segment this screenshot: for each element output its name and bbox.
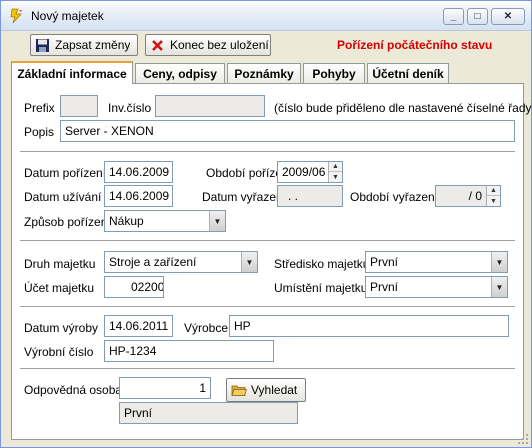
cost-center-select[interactable]: První ▼ bbox=[365, 251, 508, 273]
disposal-period-spinner[interactable]: ▲ ▼ bbox=[486, 186, 500, 206]
manufacturer-field[interactable]: HP bbox=[229, 315, 509, 337]
asset-location-label: Umístění majetku bbox=[274, 281, 368, 295]
section-divider bbox=[20, 240, 515, 241]
resize-grip-icon[interactable] bbox=[517, 433, 529, 445]
tab-prices-depreciation[interactable]: Ceny, odpisy bbox=[135, 63, 225, 83]
responsible-person-name-field: První bbox=[119, 402, 298, 424]
serial-number-label: Výrobní číslo bbox=[24, 345, 94, 359]
section-divider bbox=[20, 368, 515, 369]
manufacture-date-field[interactable]: 14.06.2011 bbox=[104, 315, 173, 337]
tab-label: Ceny, odpisy bbox=[143, 66, 217, 81]
acquisition-method-label: Způsob pořízení bbox=[24, 215, 111, 229]
cost-center-label: Středisko majetku bbox=[274, 257, 370, 271]
section-divider bbox=[20, 306, 515, 307]
minimize-icon: _ bbox=[450, 11, 457, 22]
description-label: Popis bbox=[24, 125, 55, 139]
acquisition-period-field[interactable]: 2009/06 ▲ ▼ bbox=[277, 161, 343, 183]
window-title: Nový majetek bbox=[31, 9, 104, 23]
disposal-period-field[interactable]: / 0 ▲ ▼ bbox=[435, 185, 501, 207]
serial-number-field[interactable]: HP-1234 bbox=[104, 340, 274, 362]
asset-account-field[interactable]: 02200 bbox=[104, 276, 164, 298]
inv-number-field[interactable] bbox=[155, 95, 265, 117]
tab-basic-info[interactable]: Základní informace bbox=[11, 61, 133, 84]
asset-type-value: Stroje a zařízení bbox=[109, 255, 197, 269]
mode-status-text: Pořízení počátečního stavu bbox=[337, 38, 493, 52]
title-bar: Nový majetek _ □ ✕ bbox=[1, 1, 531, 31]
inv-number-label: Inv.číslo bbox=[108, 101, 152, 115]
acquisition-period-value: 2009/06 bbox=[282, 165, 326, 179]
close-button[interactable]: ✕ bbox=[491, 8, 525, 25]
open-folder-icon bbox=[231, 385, 247, 396]
disposal-period-label: Období vyřazení bbox=[350, 190, 439, 204]
usage-date-label: Datum užívání bbox=[24, 190, 102, 204]
usage-date-field[interactable]: 14.06.2009 bbox=[104, 185, 173, 207]
tab-movements[interactable]: Pohyby bbox=[303, 63, 365, 83]
asset-type-select[interactable]: Stroje a zařízení ▼ bbox=[104, 251, 258, 273]
lightning-icon bbox=[10, 8, 22, 24]
description-field[interactable]: Server - XENON bbox=[60, 120, 515, 142]
disposal-date-field[interactable]: . . bbox=[277, 185, 343, 207]
prefix-field[interactable] bbox=[60, 95, 98, 117]
tab-notes[interactable]: Poznámky bbox=[227, 63, 301, 83]
floppy-disk-icon bbox=[36, 38, 49, 52]
save-button-label: Zapsat změny bbox=[55, 38, 131, 52]
quit-without-saving-button[interactable]: Konec bez uložení bbox=[145, 34, 271, 56]
asset-location-value: První bbox=[370, 280, 399, 294]
inv-number-note: (číslo bude přiděleno dle nastavené číse… bbox=[274, 101, 532, 115]
acquisition-period-spinner[interactable]: ▲ ▼ bbox=[328, 162, 342, 182]
basic-info-panel: Prefix Inv.číslo (číslo bude přiděleno d… bbox=[11, 83, 532, 440]
chevron-down-icon[interactable]: ▼ bbox=[241, 252, 257, 272]
asset-location-select[interactable]: První ▼ bbox=[365, 276, 508, 298]
disposal-date-label: Datum vyřazení bbox=[202, 190, 287, 204]
tab-accounting-journal[interactable]: Účetní deník bbox=[367, 63, 449, 83]
acquisition-method-select[interactable]: Nákup ▼ bbox=[104, 210, 226, 232]
maximize-button[interactable]: □ bbox=[467, 8, 488, 25]
red-x-icon bbox=[152, 39, 163, 51]
asset-type-label: Druh majetku bbox=[24, 257, 96, 271]
chevron-down-icon[interactable]: ▼ bbox=[491, 252, 507, 272]
chevron-down-icon[interactable]: ▼ bbox=[209, 211, 225, 231]
save-button[interactable]: Zapsat změny bbox=[30, 34, 138, 56]
acquisition-date-label: Datum pořízení bbox=[24, 166, 107, 180]
prefix-label: Prefix bbox=[24, 101, 55, 115]
cost-center-value: První bbox=[370, 255, 399, 269]
chevron-down-icon[interactable]: ▼ bbox=[491, 277, 507, 297]
tab-label: Základní informace bbox=[17, 66, 127, 81]
asset-account-label: Účet majetku bbox=[24, 281, 95, 295]
disposal-period-value: / 0 bbox=[468, 189, 482, 203]
manufacture-date-label: Datum výroby bbox=[24, 321, 99, 335]
close-icon: ✕ bbox=[503, 11, 513, 22]
tab-label: Poznámky bbox=[234, 66, 294, 81]
search-button-label: Vyhledat bbox=[251, 383, 298, 397]
section-divider bbox=[20, 151, 515, 152]
manufacturer-label: Výrobce bbox=[184, 321, 229, 335]
responsible-person-field[interactable]: 1 bbox=[119, 377, 211, 399]
tab-label: Účetní deník bbox=[372, 66, 444, 81]
acquisition-date-field[interactable]: 14.06.2009 bbox=[104, 161, 173, 183]
maximize-icon: □ bbox=[474, 11, 481, 22]
tab-label: Pohyby bbox=[312, 66, 356, 81]
acquisition-method-value: Nákup bbox=[109, 214, 144, 228]
search-button[interactable]: Vyhledat bbox=[226, 378, 306, 402]
new-asset-window: Nový majetek _ □ ✕ Zapsat změny Konec be… bbox=[0, 0, 532, 448]
minimize-button[interactable]: _ bbox=[443, 8, 464, 25]
responsible-person-label: Odpovědná osoba bbox=[24, 383, 123, 397]
tab-strip: Základní informace Ceny, odpisy Poznámky… bbox=[11, 61, 525, 84]
quit-button-label: Konec bez uložení bbox=[170, 38, 269, 52]
